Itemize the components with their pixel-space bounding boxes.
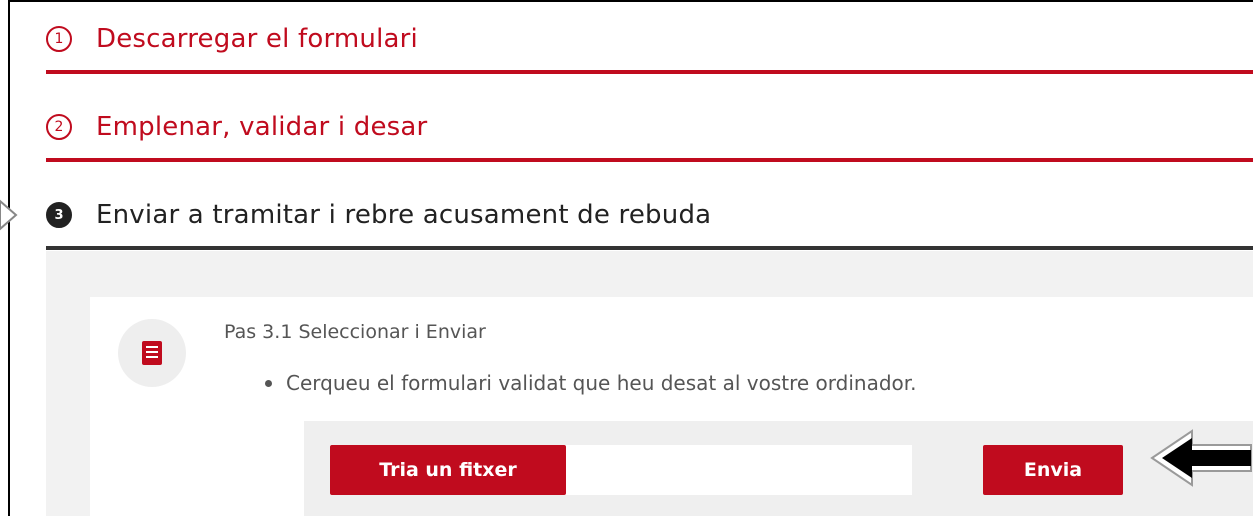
step-3-divider: [46, 246, 1253, 250]
step-2-divider: [46, 158, 1253, 162]
step-1[interactable]: 1 Descarregar el formulari: [46, 4, 1253, 74]
step-3-panel: Pas 3.1 Seleccionar i Enviar Cerqueu el …: [46, 251, 1253, 516]
step-1-divider: [46, 70, 1253, 74]
arrow-left-icon: [1150, 429, 1252, 487]
send-button[interactable]: Envia: [983, 445, 1123, 495]
step-2-title[interactable]: Emplenar, validar i desar: [96, 112, 427, 142]
arrow-right-icon: [0, 199, 18, 231]
document-icon: [118, 319, 186, 387]
step-3-title[interactable]: Enviar a tramitar i rebre acusament de r…: [96, 200, 711, 230]
step-1-number: 1: [46, 26, 72, 52]
instruction-text: Cerqueu el formulari validat que heu des…: [286, 371, 917, 395]
screenshot-frame: 1 Descarregar el formulari 2 Emplenar, v…: [8, 0, 1253, 516]
step-label: Pas 3.1 Seleccionar i Enviar: [224, 321, 486, 343]
step-2-number: 2: [46, 114, 72, 140]
instruction-card: Pas 3.1 Seleccionar i Enviar Cerqueu el …: [90, 297, 1253, 516]
step-3-number: 3: [46, 202, 72, 228]
bullet-dot: [265, 379, 272, 387]
step-2[interactable]: 2 Emplenar, validar i desar: [46, 92, 1253, 162]
choose-file-button[interactable]: Tria un fitxer: [330, 445, 566, 495]
upload-area: Tria un fitxer Envia: [304, 421, 1253, 516]
step-3[interactable]: 3 Enviar a tramitar i rebre acusament de…: [46, 180, 1253, 250]
step-1-title[interactable]: Descarregar el formulari: [96, 24, 418, 54]
instruction-item: Cerqueu el formulari validat que heu des…: [265, 371, 917, 395]
